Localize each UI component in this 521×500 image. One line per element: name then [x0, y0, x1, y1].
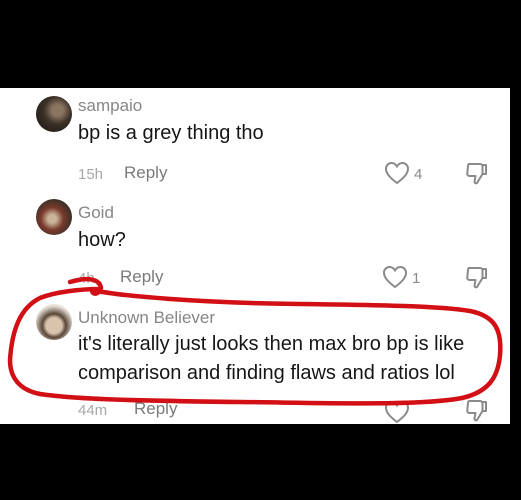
like-count: 4 [414, 166, 423, 183]
like-count: 1 [412, 270, 421, 287]
dislike-icon[interactable] [465, 398, 489, 424]
comment-username[interactable]: sampaio [78, 96, 142, 116]
avatar[interactable] [36, 96, 72, 132]
comment-text: bp is a grey thing tho [78, 122, 264, 144]
comment-timestamp: 44m [78, 402, 108, 419]
comment-text-line-1: it's literally just looks then max bro b… [78, 333, 465, 355]
avatar[interactable] [36, 304, 72, 340]
scrollbar-edge [510, 88, 521, 424]
heart-icon[interactable] [382, 265, 408, 289]
comment-username[interactable]: Unknown Believer [78, 308, 215, 328]
dislike-icon[interactable] [465, 265, 489, 291]
comment-text-line-2: comparison and finding flaws and ratios … [78, 362, 455, 384]
dislike-icon[interactable] [465, 161, 489, 187]
comment-timestamp: 15h [78, 166, 104, 183]
reply-button[interactable]: Reply [120, 267, 163, 287]
reply-button[interactable]: Reply [124, 163, 167, 183]
heart-icon[interactable] [384, 400, 410, 424]
avatar[interactable] [36, 199, 72, 235]
heart-icon[interactable] [384, 161, 410, 185]
reply-button[interactable]: Reply [134, 399, 177, 419]
comment-username[interactable]: Goid [78, 203, 114, 223]
comment-timestamp: 4h [78, 270, 95, 287]
comments-panel: sampaio bp is a grey thing tho 15h Reply… [0, 88, 510, 424]
comment-text: how? [78, 229, 126, 251]
